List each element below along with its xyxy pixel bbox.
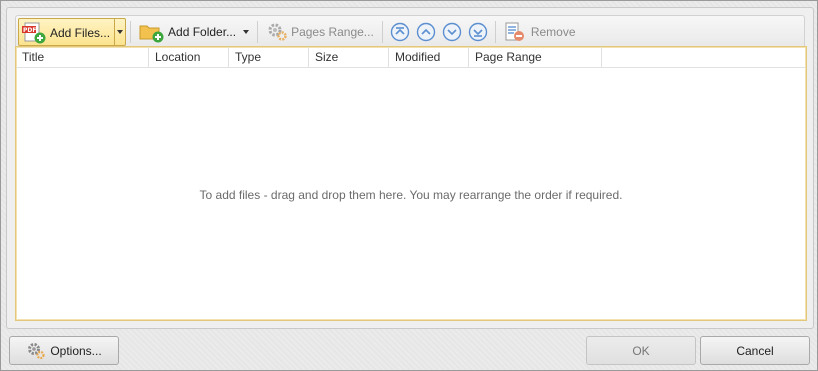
add-files-split-button[interactable]: PDF Add Files... [18, 17, 127, 47]
column-header-modified[interactable]: Modified [389, 47, 469, 68]
file-list[interactable]: Title Location Type Size Modified Page R… [15, 46, 807, 321]
options-label: Options... [50, 343, 102, 358]
options-button[interactable]: Options... [9, 336, 119, 365]
chevron-down-icon [117, 29, 124, 34]
list-header: Title Location Type Size Modified Page R… [16, 47, 806, 68]
column-header-type[interactable]: Type [229, 47, 309, 68]
move-up-icon[interactable] [416, 22, 436, 42]
dialog-window: PDF Add Files... Add Folder... Pages Ran… [0, 0, 818, 371]
remove-button[interactable]: Remove [500, 18, 580, 46]
column-header-size[interactable]: Size [309, 47, 389, 68]
column-header-title[interactable]: Title [16, 47, 149, 68]
toolbar: PDF Add Files... Add Folder... Pages Ran… [15, 15, 805, 47]
cancel-label: Cancel [736, 343, 774, 358]
remove-label: Remove [530, 24, 576, 39]
toolbar-separator [381, 20, 383, 43]
add-folder-label: Add Folder... [168, 24, 237, 39]
column-header-page-range[interactable]: Page Range [469, 47, 602, 68]
pages-range-label: Pages Range... [291, 24, 374, 39]
toolbar-separator [130, 20, 132, 43]
add-folder-button[interactable]: Add Folder... [135, 18, 253, 46]
cancel-button[interactable]: Cancel [700, 336, 810, 365]
empty-list-message: To add files - drag and drop them here. … [199, 188, 623, 202]
move-top-icon[interactable] [390, 22, 410, 42]
folder-add-icon [139, 21, 165, 43]
ok-button[interactable]: OK [586, 336, 696, 365]
pdf-add-icon: PDF [21, 22, 47, 44]
toolbar-separator [494, 20, 496, 43]
add-files-button[interactable]: PDF Add Files... [19, 19, 114, 47]
gear-icon [26, 342, 46, 360]
chevron-down-icon[interactable] [243, 29, 250, 34]
gear-icon [266, 22, 288, 42]
column-header-location[interactable]: Location [149, 47, 229, 68]
move-bottom-icon[interactable] [468, 22, 488, 42]
ok-label: OK [632, 343, 650, 358]
pages-range-button[interactable]: Pages Range... [262, 18, 378, 46]
remove-list-icon [504, 21, 528, 43]
add-files-label: Add Files... [50, 25, 111, 40]
files-panel: PDF Add Files... Add Folder... Pages Ran… [6, 7, 814, 329]
svg-text:PDF: PDF [23, 27, 36, 34]
move-down-icon[interactable] [442, 22, 462, 42]
toolbar-separator [257, 20, 259, 43]
add-files-dropdown-arrow[interactable] [114, 18, 125, 45]
